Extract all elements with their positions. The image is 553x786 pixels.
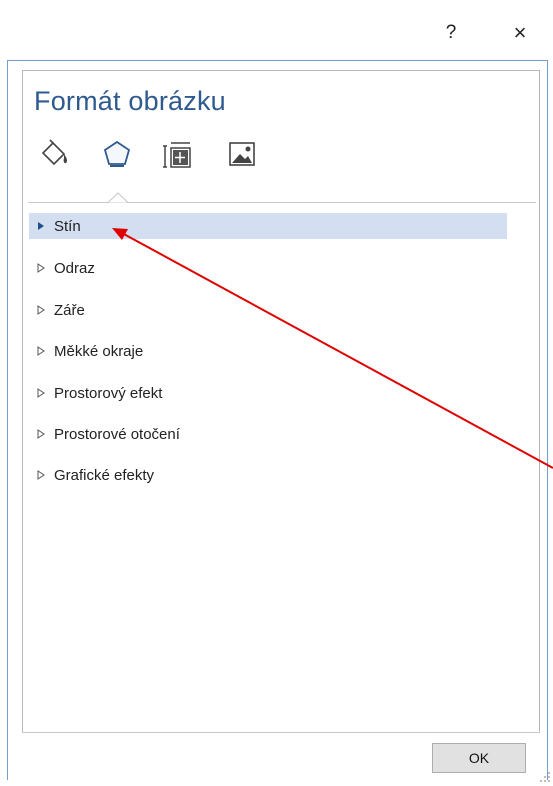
ok-button[interactable]: OK <box>432 743 526 773</box>
effects-icon[interactable] <box>97 134 137 174</box>
close-button[interactable]: × <box>505 18 535 48</box>
picture-icon[interactable] <box>222 134 262 174</box>
section-zare[interactable]: Záře <box>29 297 507 323</box>
section-odraz[interactable]: Odraz <box>29 255 507 281</box>
section-prostorovy-efekt[interactable]: Prostorový efekt <box>29 380 507 406</box>
footer-divider <box>22 732 540 733</box>
section-prostorove-otoceni[interactable]: Prostorové otočení <box>29 421 507 447</box>
title-bar: ? × <box>0 0 553 60</box>
section-label: Odraz <box>54 259 95 277</box>
section-label: Grafické efekty <box>54 466 155 484</box>
expand-arrow-icon <box>30 470 52 480</box>
expand-arrow-icon <box>30 221 52 231</box>
size-properties-icon[interactable] <box>157 134 197 174</box>
expand-arrow-icon <box>30 305 52 315</box>
section-label: Stín <box>54 217 81 235</box>
tab-divider <box>28 202 536 203</box>
section-label: Měkké okraje <box>54 342 144 360</box>
section-label: Záře <box>54 301 85 319</box>
section-label: Prostorový efekt <box>54 384 163 402</box>
section-graficke-efekty[interactable]: Grafické efekty <box>29 462 507 488</box>
resize-grip-icon[interactable] <box>538 770 552 784</box>
section-mekke-okraje[interactable]: Měkké okraje <box>29 338 507 364</box>
expand-arrow-icon <box>30 263 52 273</box>
section-stin[interactable]: Stín <box>29 213 507 239</box>
help-button[interactable]: ? <box>436 18 466 48</box>
tab-pointer <box>108 192 128 203</box>
pane-title: Formát obrázku <box>34 86 226 116</box>
expand-arrow-icon <box>30 388 52 398</box>
expand-arrow-icon <box>30 429 52 439</box>
fill-line-icon[interactable] <box>34 134 74 174</box>
expand-arrow-icon <box>30 346 52 356</box>
section-label: Prostorové otočení <box>54 425 180 443</box>
